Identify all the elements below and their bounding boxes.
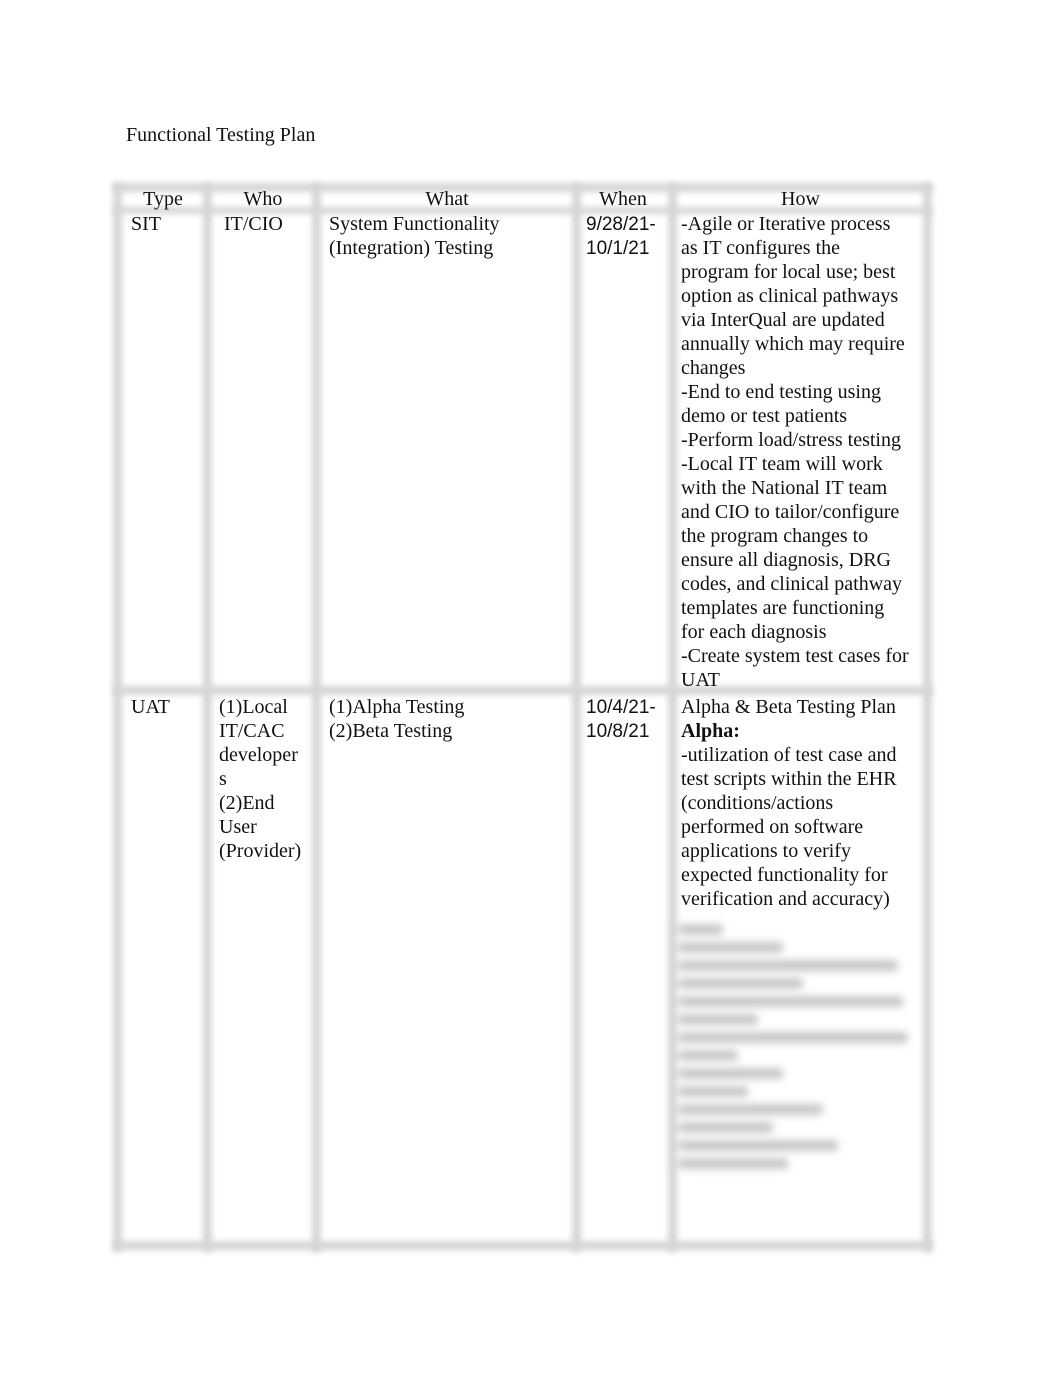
table-border-left bbox=[113, 183, 122, 1252]
cell-how-subheading: Alpha: bbox=[681, 720, 740, 742]
header-when: When bbox=[599, 188, 647, 210]
cell-how: -Agile or Iterative process as IT config… bbox=[681, 213, 909, 691]
cell-what: (1)Alpha Testing (2)Beta Testing bbox=[329, 696, 465, 742]
blurred-line bbox=[678, 960, 898, 971]
column-divider bbox=[572, 183, 581, 1252]
cell-type: SIT bbox=[131, 213, 161, 235]
cell-how-heading: Alpha & Beta Testing Plan bbox=[681, 696, 896, 718]
obscured-content bbox=[678, 918, 918, 1176]
blurred-line bbox=[678, 1122, 773, 1133]
blurred-line bbox=[678, 924, 723, 935]
blurred-line bbox=[678, 1014, 758, 1025]
column-divider bbox=[203, 183, 212, 1252]
header-who: Who bbox=[243, 188, 283, 210]
cell-when: 10/4/21- 10/8/21 bbox=[586, 697, 656, 742]
blurred-line bbox=[678, 1140, 838, 1151]
blurred-line bbox=[678, 978, 803, 989]
cell-who: IT/CIO bbox=[224, 213, 283, 235]
cell-how: -utilization of test case and test scrip… bbox=[681, 744, 897, 910]
blurred-line bbox=[678, 1086, 748, 1097]
header-what: What bbox=[425, 188, 469, 210]
document-title: Functional Testing Plan bbox=[126, 124, 316, 146]
functional-testing-table: Type Who What When How SIT IT/CIO System… bbox=[113, 183, 932, 1252]
blurred-line bbox=[678, 942, 783, 953]
blurred-line bbox=[678, 1050, 738, 1061]
blurred-line bbox=[678, 1032, 908, 1043]
blurred-line bbox=[678, 1158, 788, 1169]
column-divider bbox=[312, 183, 321, 1252]
blurred-line bbox=[678, 1104, 823, 1115]
table-border-bottom bbox=[113, 1241, 932, 1250]
blurred-line bbox=[678, 996, 903, 1007]
cell-when: 9/28/21- 10/1/21 bbox=[586, 214, 656, 259]
cell-type: UAT bbox=[131, 696, 170, 718]
column-divider bbox=[668, 183, 677, 1252]
blurred-line bbox=[678, 1068, 783, 1079]
header-how: How bbox=[781, 188, 820, 210]
header-type: Type bbox=[143, 188, 183, 210]
cell-who: (1)Local IT/CAC developer s (2)End User … bbox=[219, 696, 302, 862]
cell-what: System Functionality (Integration) Testi… bbox=[329, 213, 500, 259]
